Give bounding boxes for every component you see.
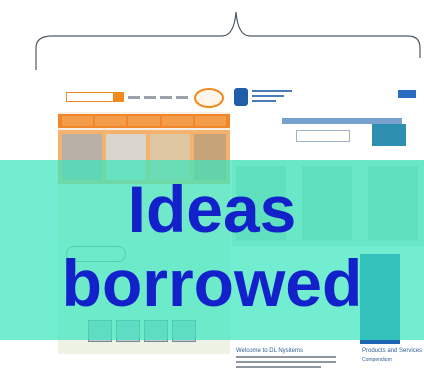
dl-products-subheading: Compendium xyxy=(362,357,392,363)
brace-path xyxy=(35,11,421,70)
genica-search-icon xyxy=(114,92,124,102)
manatec-header-text xyxy=(252,90,292,105)
overlay-line-2: borrowed xyxy=(61,246,363,320)
genica-nav-bar xyxy=(58,114,230,128)
genica-logo xyxy=(194,88,224,108)
manatec-search-button xyxy=(372,124,406,146)
genica-header-links xyxy=(128,92,188,102)
dl-body-text xyxy=(236,356,336,371)
overlay-caption: Ideas borrowed xyxy=(0,160,424,340)
genica-search-input xyxy=(66,92,114,102)
manatec-logo xyxy=(234,88,248,106)
genica-header xyxy=(58,84,230,112)
curly-brace xyxy=(35,11,421,70)
overlay-line-1: Ideas xyxy=(127,172,297,246)
manatec-header-button xyxy=(398,90,416,98)
manatec-search-input xyxy=(296,130,350,142)
dl-products-heading: Products and Services xyxy=(362,348,423,354)
dl-welcome-heading: Welcome to DL Nysitems xyxy=(236,348,304,354)
